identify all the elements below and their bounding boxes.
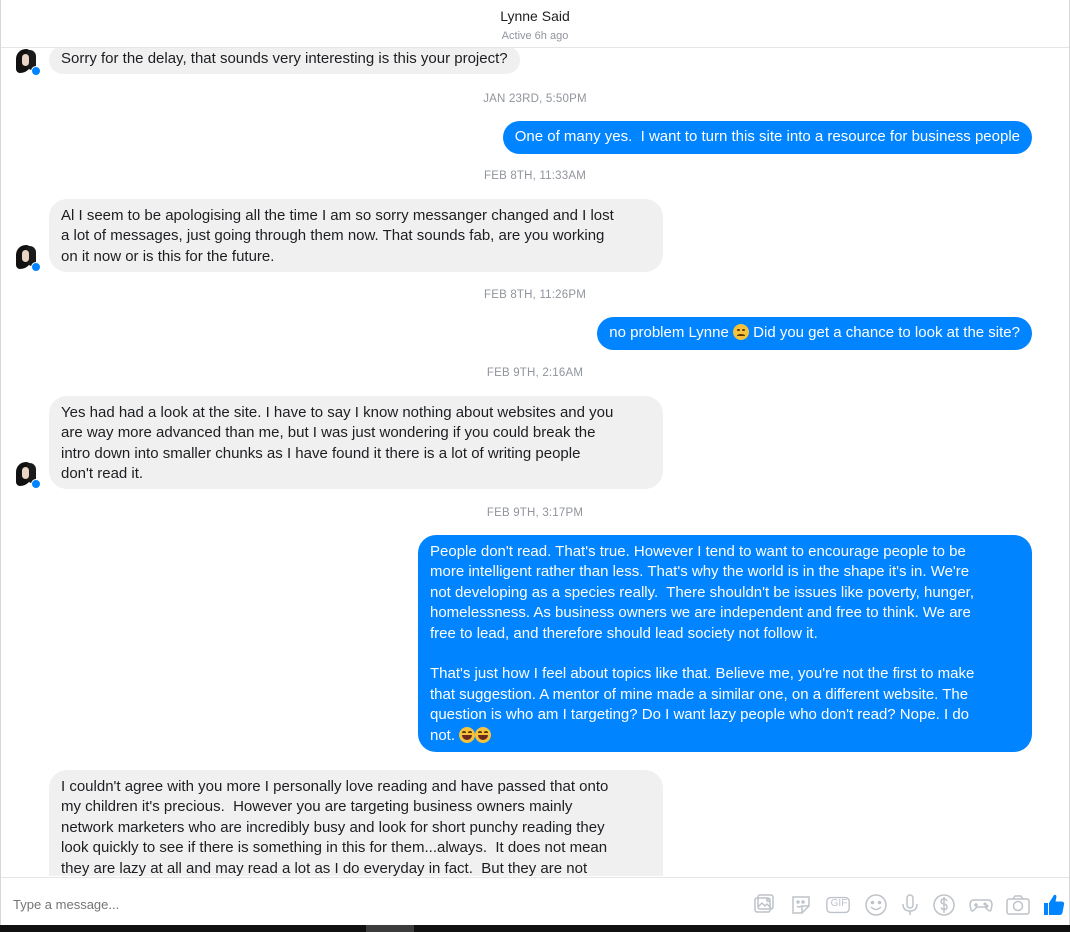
messenger-badge-icon	[31, 262, 41, 272]
scrollbar-thumb[interactable]	[366, 925, 414, 932]
message-bubble-incoming[interactable]: I couldn't agree with you more I persona…	[49, 770, 663, 876]
message-composer: GIF	[1, 877, 1069, 926]
messenger-badge-icon	[31, 66, 41, 76]
grinning-squinting-face-emoji	[475, 726, 492, 743]
image-icon[interactable]	[751, 892, 777, 918]
message-bubble-incoming[interactable]: Al I seem to be apologising all the time…	[49, 199, 663, 272]
payment-icon[interactable]	[931, 892, 957, 918]
camera-icon[interactable]	[1005, 892, 1031, 918]
message-bubble-incoming[interactable]: Yes had had a look at the site. I have t…	[49, 396, 663, 489]
gif-icon[interactable]: GIF	[825, 892, 853, 918]
message-bubble-outgoing[interactable]: no problem Lynne Did you get a chance to…	[597, 317, 1032, 350]
contact-avatar[interactable]	[13, 461, 41, 489]
message-bubble-outgoing[interactable]: One of many yes. I want to turn this sit…	[502, 121, 1032, 154]
timestamp: FEB 9TH, 3:17PM	[486, 507, 584, 519]
taskbar-strip	[0, 925, 1070, 932]
timestamp: FEB 8TH, 11:26PM	[483, 289, 587, 301]
message-list[interactable]: Sorry for the delay, that sounds very in…	[1, 48, 1069, 876]
gif-label: GIF	[830, 898, 848, 909]
microphone-icon[interactable]	[897, 892, 923, 918]
timestamp: JAN 23RD, 5:50PM	[483, 93, 587, 105]
contact-name[interactable]: Lynne Said	[1, 8, 1069, 24]
disappointed-face-emoji	[732, 324, 749, 340]
message-input[interactable]	[13, 897, 713, 912]
conversation-header: Lynne Said Active 6h ago	[1, 0, 1069, 48]
message-bubble-outgoing[interactable]: People don't read. That's true. However …	[418, 535, 1032, 752]
contact-avatar[interactable]	[13, 244, 41, 272]
game-icon[interactable]	[968, 892, 994, 918]
timestamp: FEB 9TH, 2:16AM	[486, 367, 584, 379]
timestamp: FEB 8TH, 11:33AM	[483, 170, 587, 182]
active-status: Active 6h ago	[501, 30, 569, 42]
message-bubble-incoming[interactable]: Sorry for the delay, that sounds very in…	[49, 48, 520, 74]
grinning-squinting-face-emoji	[459, 726, 476, 743]
message-text: People don't read. That's true. However …	[430, 543, 975, 744]
sticker-icon[interactable]	[788, 892, 814, 918]
emoji-icon[interactable]	[863, 892, 889, 918]
contact-avatar[interactable]	[13, 48, 41, 76]
like-icon[interactable]	[1041, 892, 1067, 918]
messenger-badge-icon	[31, 479, 41, 489]
message-text: no problem Lynne	[609, 324, 733, 341]
message-text: Did you get a chance to look at the site…	[748, 324, 1020, 341]
